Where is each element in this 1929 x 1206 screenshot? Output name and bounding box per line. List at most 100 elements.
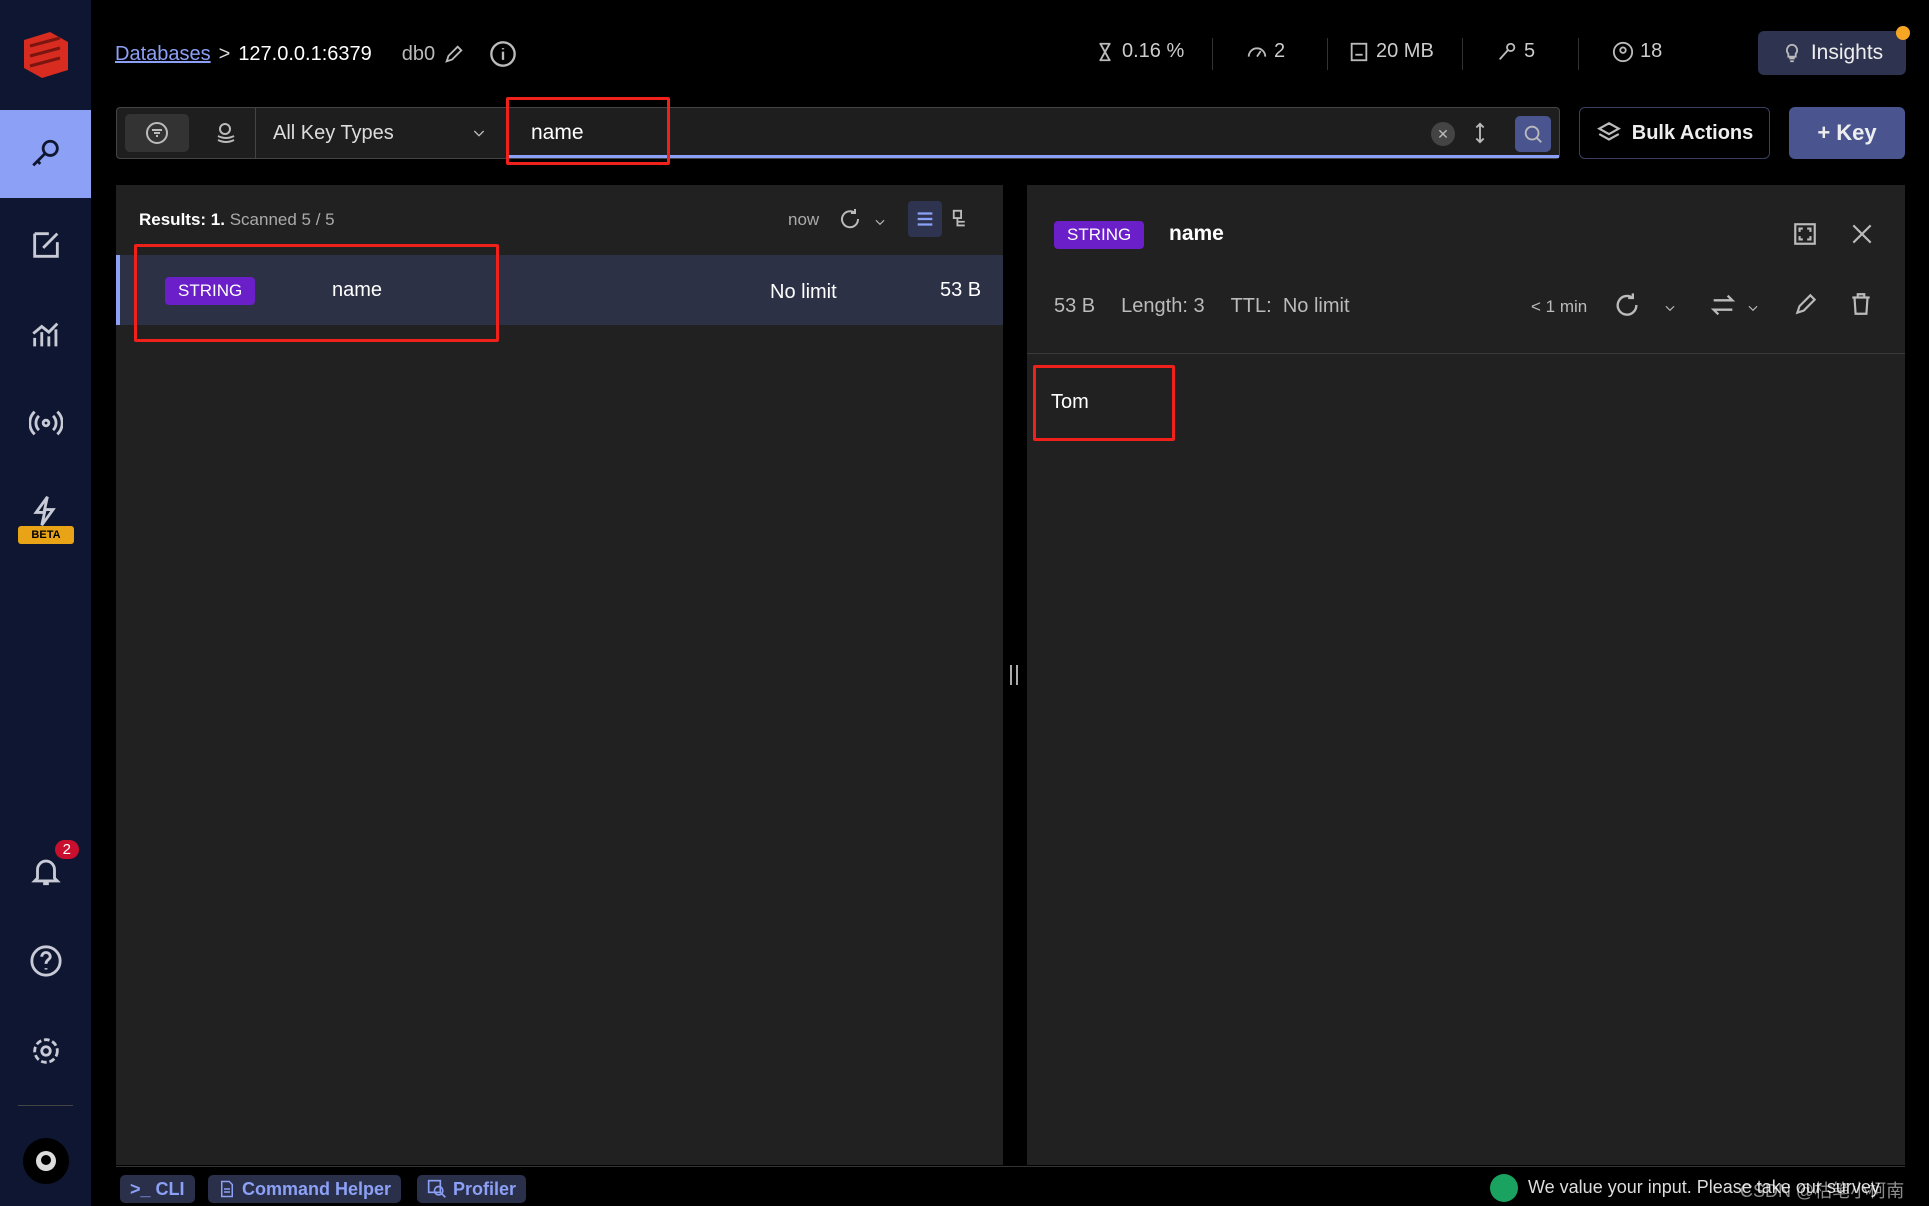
sidebar-divider (18, 1105, 73, 1106)
cli-button[interactable]: >_ CLI (120, 1175, 195, 1203)
key-name: name (1169, 222, 1224, 245)
database-host: 127.0.0.1:6379 (238, 42, 372, 65)
document-icon (221, 1180, 233, 1198)
bulk-actions-button[interactable]: Bulk Actions (1579, 107, 1770, 159)
bulk-actions-label: Bulk Actions (1631, 121, 1754, 144)
settings-button[interactable] (0, 1016, 91, 1086)
panel-resize-handle[interactable] (1010, 665, 1018, 685)
notifications-button[interactable]: 2 (0, 836, 91, 906)
clients-stat: 18 (1612, 40, 1662, 63)
insights-dot (1896, 26, 1910, 40)
list-view-button[interactable] (908, 201, 942, 237)
github-button[interactable] (23, 1138, 69, 1184)
lightning-icon (32, 496, 56, 526)
hourglass-icon (1099, 42, 1111, 61)
divider (1327, 38, 1328, 70)
fullscreen-icon[interactable] (1792, 221, 1818, 247)
chart-icon (31, 322, 58, 347)
highlight-search (506, 97, 670, 165)
cpu-stat: 0.16 % (1094, 40, 1184, 63)
sidebar-item-browser[interactable] (0, 110, 91, 198)
redis-logo[interactable] (20, 30, 72, 85)
scanned-count: Scanned 5 / 5 (229, 210, 335, 229)
lightbulb-icon (1785, 43, 1798, 63)
last-refresh: < 1 min (1531, 297, 1588, 316)
cpu-value: 0.16 % (1122, 40, 1185, 62)
add-key-button[interactable]: + Key (1789, 107, 1905, 159)
layers-icon (1596, 122, 1621, 141)
ops-value: 2 (1274, 40, 1286, 62)
sidebar-item-workbench[interactable] (0, 210, 91, 280)
profiler-button[interactable]: Profiler (417, 1175, 527, 1203)
trash-icon[interactable] (1848, 291, 1874, 317)
key-size: 53 B (940, 279, 982, 301)
chevron-down-icon[interactable] (1746, 301, 1760, 315)
key-ttl: No limit (770, 281, 837, 303)
clear-search-button[interactable]: ✕ (1431, 122, 1455, 146)
watermark: CSDN @枯笔小柯南 (1740, 1181, 1905, 1201)
ttl-value[interactable]: No limit (1283, 295, 1350, 317)
user-icon (1612, 41, 1634, 62)
sidebar-item-triggers[interactable]: BETA (0, 490, 91, 550)
chevron-down-icon[interactable] (873, 215, 887, 229)
refresh-icon[interactable] (838, 207, 862, 231)
keys-value: 5 (1524, 40, 1536, 62)
key-icon (1498, 42, 1516, 60)
gauge-icon (1247, 47, 1267, 57)
search-button[interactable] (1515, 116, 1551, 152)
edit-icon[interactable] (1793, 291, 1819, 317)
divider (1462, 38, 1463, 70)
results-summary: Results: 1. Scanned 5 / 5 (139, 210, 335, 230)
search-bar: All Key Types ✕ (116, 107, 1560, 159)
memory-value: 20 MB (1376, 40, 1434, 62)
close-icon: ✕ (1437, 126, 1449, 142)
memory-icon (1350, 42, 1368, 61)
github-icon (36, 1151, 56, 1171)
close-icon[interactable] (1849, 221, 1875, 247)
chevron-down-icon (473, 130, 485, 137)
profiler-label: Profiler (453, 1178, 517, 1199)
last-refresh: now (788, 210, 820, 229)
insights-label: Insights (1810, 41, 1884, 64)
command-helper-label: Command Helper (242, 1178, 392, 1199)
refresh-icon[interactable] (1613, 291, 1641, 319)
key-length: Length: 3 (1121, 295, 1205, 317)
arrows-vertical-icon (1475, 122, 1485, 144)
info-icon[interactable] (489, 40, 517, 68)
profiler-icon (427, 1179, 446, 1198)
sidebar-item-pubsub[interactable] (0, 388, 91, 458)
key-size: 53 B (1054, 295, 1096, 317)
filter-mode-button[interactable] (125, 114, 189, 152)
command-helper-button[interactable]: Command Helper (208, 1175, 402, 1203)
key-details-panel: STRING name 53 B Length: 3 TTL: No limit… (1027, 185, 1905, 1165)
clients-value: 18 (1640, 40, 1663, 62)
key-type-value: All Key Types (273, 121, 394, 144)
format-switch-icon[interactable] (1709, 291, 1737, 319)
key-meta: 53 B Length: 3 TTL: No limit (1054, 295, 1350, 318)
databases-link[interactable]: Databases (115, 43, 211, 66)
keys-stat: 5 (1496, 40, 1535, 63)
results-count: Results: 1. (139, 210, 225, 229)
divider (1578, 38, 1579, 70)
bell-icon (30, 859, 61, 886)
vector-search-button[interactable] (201, 114, 251, 152)
sidebar-item-analysis[interactable] (0, 300, 91, 370)
database-index: db0 (401, 42, 436, 65)
divider (1027, 353, 1905, 354)
pencil-icon[interactable] (443, 43, 465, 65)
insights-button[interactable]: Insights (1758, 31, 1906, 75)
sort-button[interactable] (1469, 120, 1491, 151)
memory-stat: 20 MB (1348, 40, 1434, 63)
key-icon (31, 139, 59, 167)
breadcrumb-separator: > (218, 42, 231, 65)
tree-view-icon[interactable] (951, 208, 973, 230)
chevron-down-icon[interactable] (1663, 301, 1677, 315)
beta-badge: BETA (18, 526, 74, 544)
feedback-icon[interactable] (1490, 1174, 1518, 1202)
key-type-select[interactable]: All Key Types (255, 108, 505, 158)
divider (116, 1166, 1905, 1167)
list-icon (917, 212, 933, 226)
help-button[interactable] (0, 926, 91, 996)
search-icon (1524, 125, 1542, 143)
highlight-row (134, 244, 499, 342)
